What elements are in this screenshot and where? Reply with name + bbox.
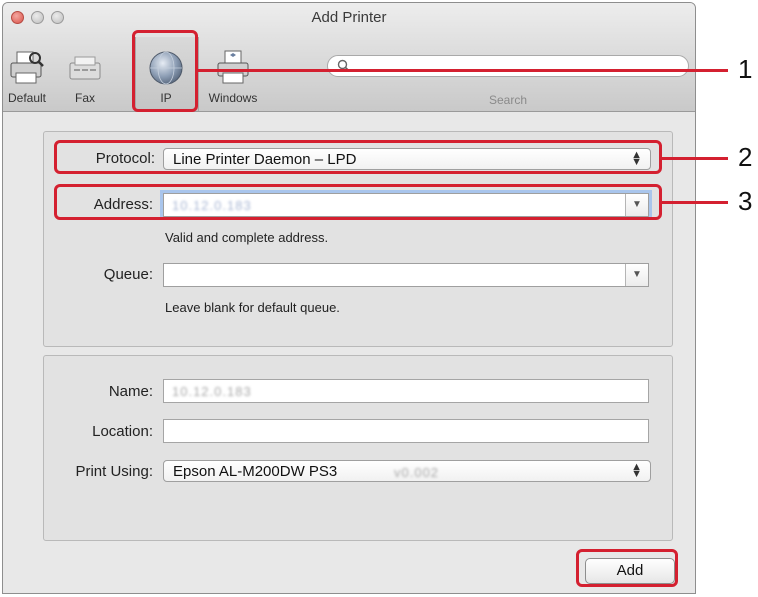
toolbar-item-label: Fax (74, 91, 95, 105)
driver-version: v0.002 (394, 465, 440, 480)
add-printer-window: Add Printer Default Fax IP Windows Searc… (2, 2, 696, 594)
callout-number-1: 1 (738, 54, 753, 84)
callout-number-2: 2 (738, 142, 753, 172)
callout-number-3: 3 (738, 186, 753, 216)
toolbar-item-windows[interactable]: Windows (203, 43, 263, 105)
callout-box-address (54, 184, 662, 220)
name-label: Name: (108, 383, 153, 400)
callout-leader-line (662, 201, 728, 204)
callout-leader-line (198, 69, 728, 72)
queue-dropdown-button[interactable]: ▼ (625, 264, 648, 286)
window-title: Add Printer (311, 9, 387, 26)
default-printer-icon (10, 51, 44, 84)
toolbar-item-label: Default (7, 91, 47, 105)
address-hint: Valid and complete address. (165, 230, 329, 245)
search-label: Search (488, 93, 528, 107)
toolbar-item-fax[interactable]: Fax (55, 43, 115, 105)
search-field[interactable] (327, 55, 689, 77)
windows-printer-icon (217, 50, 249, 84)
toolbar-item-default[interactable]: Default (3, 43, 57, 105)
callout-box-protocol (54, 140, 662, 174)
print-using-value: Epson AL-M200DW PS3 (173, 463, 338, 480)
toolbar: Add Printer Default Fax IP Windows Searc… (3, 3, 695, 112)
toolbar-item-label: Windows (208, 91, 258, 105)
queue-combo[interactable]: ▼ (163, 263, 649, 287)
queue-hint: Leave blank for default queue. (165, 300, 340, 315)
callout-box-ip (132, 30, 198, 112)
name-field[interactable]: 10.12.0.183 (163, 379, 649, 403)
location-label: Location: (92, 423, 153, 440)
callout-box-add (576, 549, 678, 587)
print-using-label: Print Using: (75, 463, 153, 480)
name-value: 10.12.0.183 (172, 384, 252, 399)
callout-leader-line (662, 157, 728, 160)
print-using-popup[interactable]: Epson AL-M200DW PS3 v0.002 ▲ ▼ (163, 460, 651, 482)
fax-icon (69, 56, 101, 80)
chevron-down-icon: ▼ (632, 269, 642, 280)
location-field[interactable] (163, 419, 649, 443)
queue-label: Queue: (103, 266, 153, 283)
popup-arrows-icon: ▲ ▼ (631, 461, 642, 480)
